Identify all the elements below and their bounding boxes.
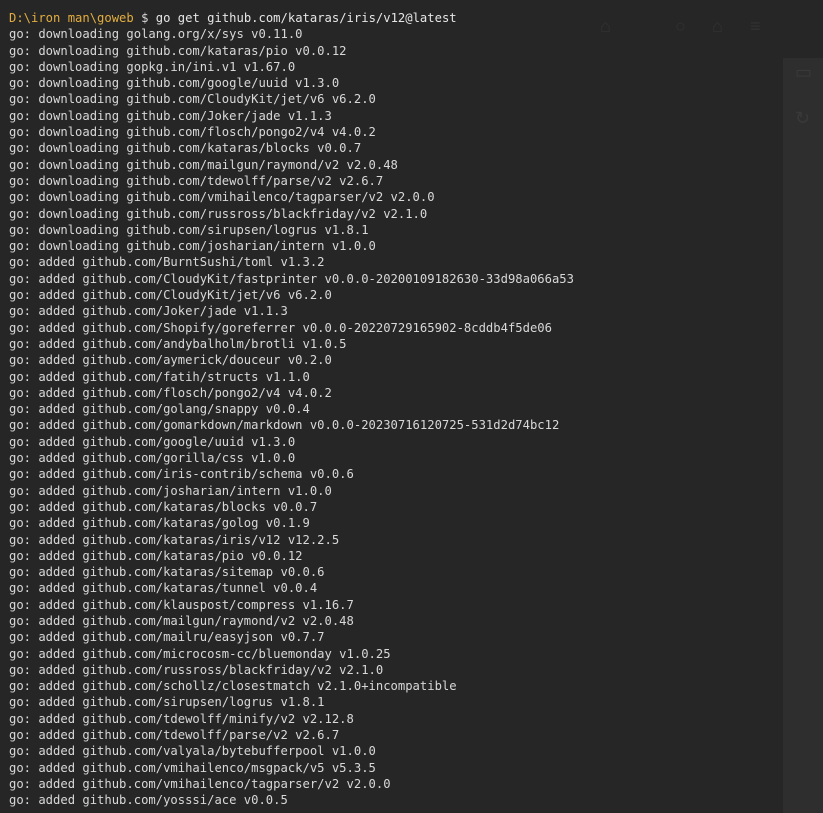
output-line: go: added github.com/microcosm-cc/bluemo… [9,646,391,661]
output-line: go: added github.com/kataras/tunnel v0.0… [9,581,318,596]
output-line: go: added github.com/google/uuid v1.3.0 [9,434,296,449]
prompt-line: D:\iron man\goweb $ go get github.com/ka… [9,10,574,26]
output-line: go: added github.com/kataras/blocks v0.0… [9,499,318,514]
output-line: go: added github.com/andybalholm/brotli … [9,336,347,351]
output-line: go: downloading github.com/mailgun/raymo… [9,157,398,172]
output-line: go: downloading github.com/flosch/pongo2… [9,125,376,140]
output-line: go: added github.com/mailgun/raymond/v2 … [9,613,354,628]
output-line: go: added github.com/vmihailenco/msgpack… [9,760,376,775]
background-menu-icon: ≡ [750,16,761,36]
output-line: go: added github.com/kataras/sitemap v0.… [9,565,325,580]
output-line: go: downloading github.com/russross/blac… [9,206,428,221]
output-line: go: added github.com/yosssi/ace v0.0.5 [9,793,288,808]
output-line: go: added github.com/BurntSushi/toml v1.… [9,255,325,270]
output-line: go: downloading github.com/tdewolff/pars… [9,173,384,188]
output-line: go: downloading github.com/kataras/pio v… [9,43,347,58]
output-line: go: downloading gopkg.in/ini.v1 v1.67.0 [9,59,296,74]
output-line: go: added github.com/CloudyKit/fastprint… [9,271,574,286]
output-line: go: added github.com/valyala/bytebufferp… [9,744,376,759]
output-line: go: added github.com/gorilla/css v1.0.0 [9,451,296,466]
output-line: go: downloading golang.org/x/sys v0.11.0 [9,27,303,42]
output-line: go: downloading github.com/kataras/block… [9,141,362,156]
background-side-panel [783,58,823,813]
prompt-symbol: $ [141,11,149,25]
output-line: go: downloading github.com/vmihailenco/t… [9,190,435,205]
output-line: go: added github.com/CloudyKit/jet/v6 v6… [9,288,332,303]
output-line: go: added github.com/vmihailenco/tagpars… [9,776,391,791]
background-house-icon: ⌂ [712,16,723,36]
prompt-path: D:\iron man\goweb [9,11,134,25]
output-line: go: added github.com/iris-contrib/schema… [9,467,354,482]
output-line: go: added github.com/gomarkdown/markdown… [9,418,560,433]
output-line: go: added github.com/golang/snappy v0.0.… [9,402,310,417]
output-line: go: downloading github.com/CloudyKit/jet… [9,92,376,107]
output-line: go: downloading github.com/Joker/jade v1… [9,108,332,123]
background-book-icon: ▭ [795,62,813,82]
output-line: go: added github.com/tdewolff/parse/v2 v… [9,728,340,743]
terminal-window[interactable]: ⌂ ○ ⌂ ≡ ▭ ↻ D:\iron man\goweb $ go get g… [0,0,823,813]
prompt-command: go get github.com/kataras/iris/v12@lates… [155,11,457,25]
output-line: go: added github.com/tdewolff/minify/v2 … [9,711,354,726]
output-line: go: added github.com/klauspost/compress … [9,597,354,612]
output-line: go: added github.com/aymerick/douceur v0… [9,353,332,368]
background-circle-icon: ○ [675,16,686,36]
output-line: go: added github.com/kataras/iris/v12 v1… [9,532,340,547]
output-line: go: added github.com/kataras/golog v0.1.… [9,516,310,531]
output-line: go: downloading github.com/josharian/int… [9,239,376,254]
output-line: go: added github.com/russross/blackfrida… [9,662,384,677]
output-line: go: added github.com/schollz/closestmatc… [9,679,457,694]
output-line: go: added github.com/Joker/jade v1.1.3 [9,304,288,319]
output-line: go: added github.com/kataras/pio v0.0.12 [9,548,303,563]
output-line: go: downloading github.com/google/uuid v… [9,76,340,91]
output-line: go: added github.com/fatih/structs v1.1.… [9,369,310,384]
terminal-output: D:\iron man\goweb $ go get github.com/ka… [9,10,574,809]
background-refresh-icon: ↻ [795,108,811,128]
output-line: go: added github.com/josharian/intern v1… [9,483,332,498]
background-home-icon: ⌂ [600,16,611,36]
output-line: go: added github.com/sirupsen/logrus v1.… [9,695,325,710]
output-line: go: added github.com/mailru/easyjson v0.… [9,630,325,645]
output-line: go: added github.com/Shopify/goreferrer … [9,320,552,335]
output-line: go: downloading github.com/sirupsen/logr… [9,222,369,237]
output-line: go: added github.com/flosch/pongo2/v4 v4… [9,385,332,400]
